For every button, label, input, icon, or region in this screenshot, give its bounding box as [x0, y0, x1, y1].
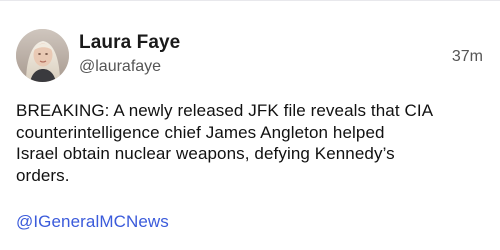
author-handle[interactable]: @laurafaye — [79, 58, 161, 76]
post-timestamp[interactable]: 37m — [452, 48, 483, 66]
post-text-line: orders. — [16, 165, 70, 185]
author-display-name[interactable]: Laura Faye — [79, 32, 180, 54]
avatar-photo-icon — [16, 29, 69, 82]
author-avatar[interactable] — [16, 29, 69, 82]
mention-link[interactable]: @IGeneralMCNews — [16, 212, 169, 232]
post-text-line: BREAKING: A newly released JFK file reve… — [16, 101, 434, 120]
post-text: BREAKING: A newly released JFK file reve… — [16, 100, 484, 186]
post-card: Laura Faye @laurafaye 37m BREAKING: A ne… — [0, 0, 500, 250]
post-text-line: counterintelligence chief James Angleton… — [16, 122, 385, 142]
post-text-line: Israel obtain nuclear weapons, defying K… — [16, 144, 395, 163]
